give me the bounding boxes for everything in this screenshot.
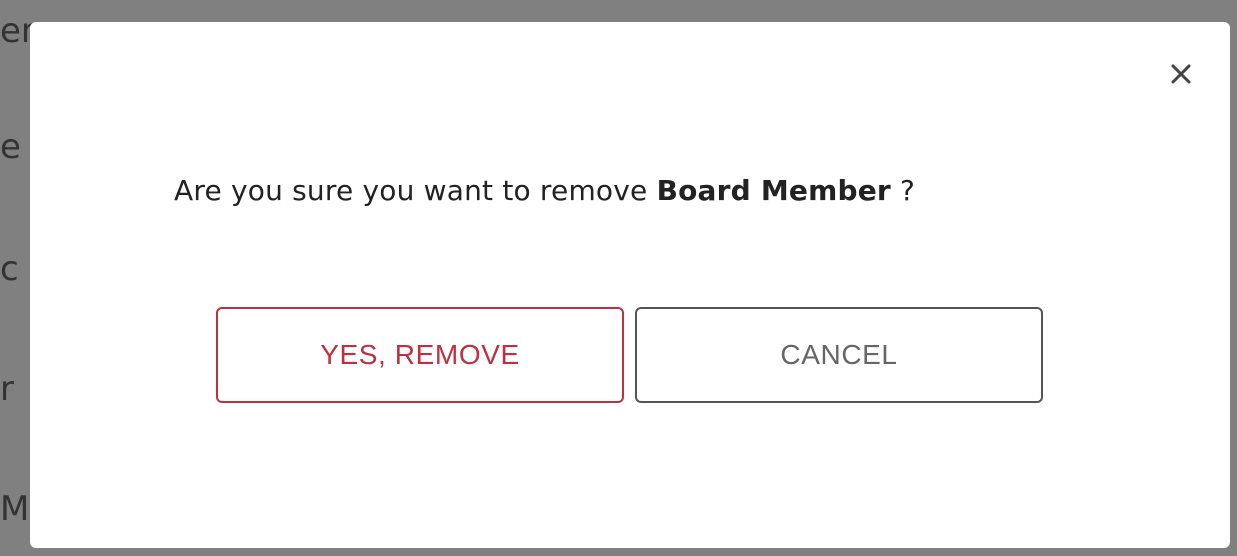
close-button[interactable] — [1161, 54, 1201, 94]
message-prefix: Are you sure you want to remove — [174, 174, 657, 207]
background-text-fragment: e — [0, 127, 21, 167]
confirm-remove-dialog: Are you sure you want to remove Board Me… — [30, 22, 1230, 548]
background-text-fragment: r — [0, 369, 14, 409]
modal-backdrop[interactable]: er e c r M Are you sure you want to remo… — [0, 0, 1237, 556]
message-suffix: ? — [890, 174, 916, 207]
message-entity: Board Member — [656, 174, 891, 207]
confirmation-message: Are you sure you want to remove Board Me… — [174, 166, 1034, 216]
close-icon — [1171, 64, 1191, 84]
background-text-fragment: M — [0, 489, 30, 529]
background-text-fragment: c — [0, 249, 19, 289]
yes-remove-button[interactable]: YES, REMOVE — [216, 307, 624, 403]
cancel-button[interactable]: CANCEL — [635, 307, 1043, 403]
